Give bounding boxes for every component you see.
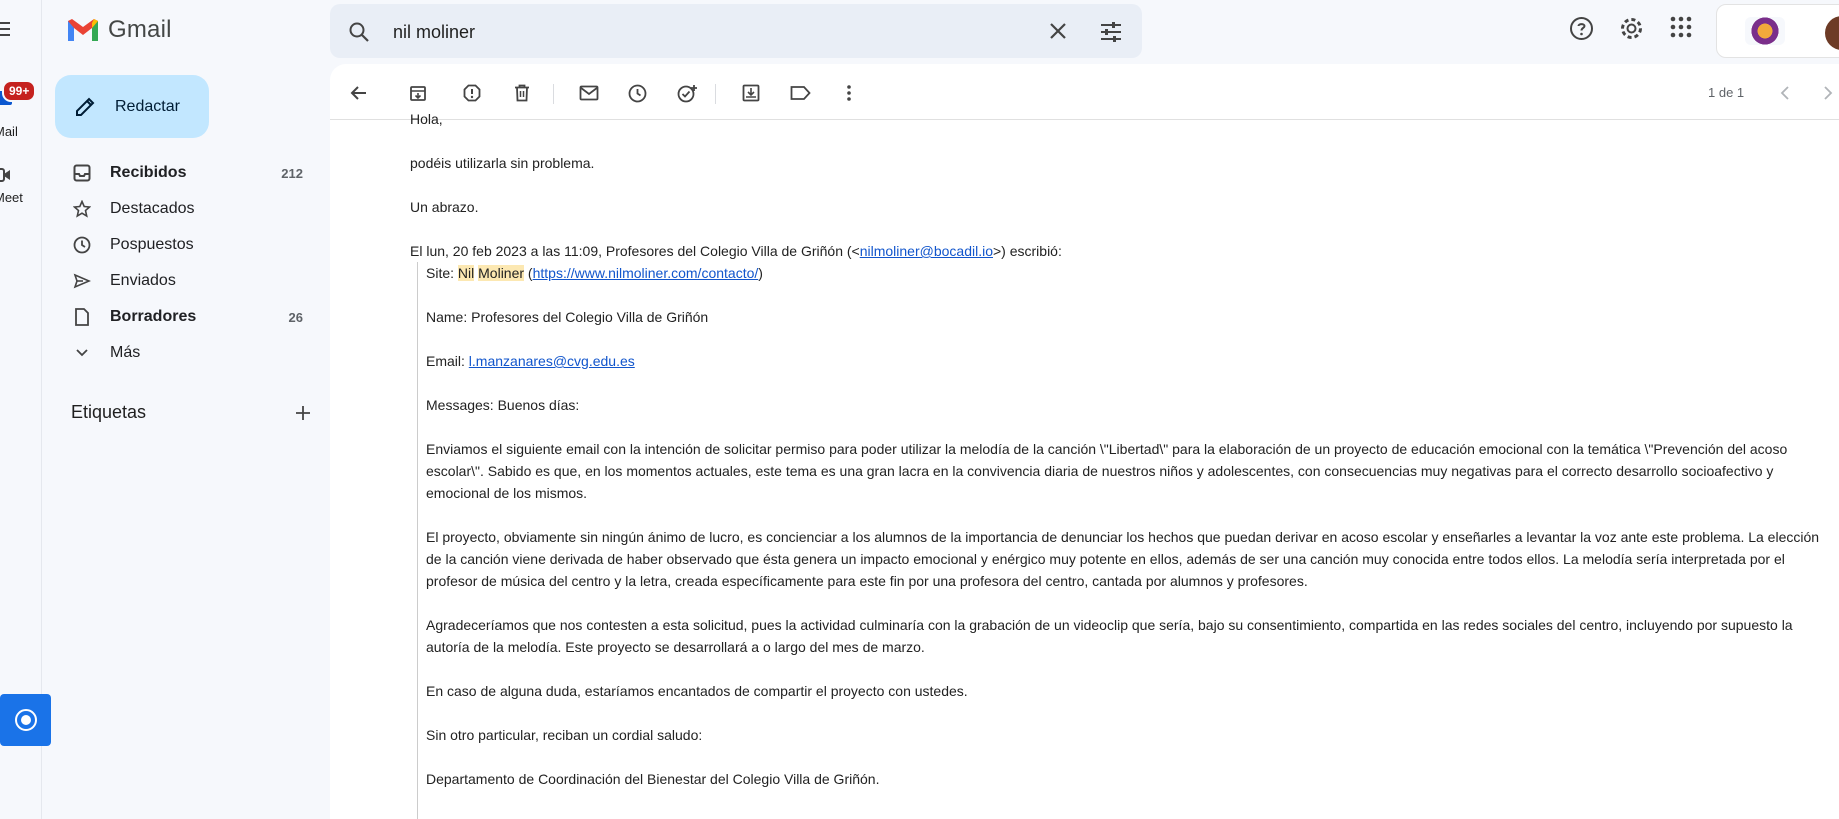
sidebar-item-more[interactable]: Más: [42, 335, 330, 371]
compose-button[interactable]: Redactar: [55, 75, 209, 138]
body-paragraph: Enviamos el siguiente email con la inten…: [426, 441, 1788, 501]
settings-gear-icon[interactable]: [1619, 16, 1644, 41]
sidebar: Gmail Redactar Recibidos 212 Destacados …: [42, 0, 330, 819]
sidebar-item-inbox[interactable]: Recibidos 212: [42, 155, 330, 191]
gmail-m-icon: [68, 19, 98, 41]
account-switcher[interactable]: [1716, 4, 1839, 58]
more-vert-icon: [847, 85, 851, 101]
newer-button[interactable]: [1774, 82, 1796, 104]
delete-button[interactable]: [511, 82, 533, 104]
search-bar: [330, 4, 1142, 58]
arrow-left-icon: [350, 86, 366, 100]
sidebar-item-label: Pospuestos: [110, 236, 194, 253]
clear-search-icon[interactable]: [1048, 21, 1068, 41]
report-spam-icon: [463, 84, 481, 102]
labels-heading: Etiquetas: [71, 402, 147, 422]
sidebar-item-starred[interactable]: Destacados: [42, 191, 330, 227]
mail-rail-label[interactable]: Mail: [0, 124, 18, 139]
greeting: Hola,: [410, 111, 443, 127]
clock-icon: [72, 235, 92, 255]
body-paragraph: Sin otro particular, reciban un cordial …: [426, 727, 703, 743]
chevron-down-icon: [72, 343, 92, 363]
signature: Departamento de Coordinación del Bienest…: [426, 771, 880, 787]
folder-list: Recibidos 212 Destacados Pospuestos Envi…: [42, 155, 330, 371]
drafts-count: 26: [288, 309, 303, 325]
body-paragraph: En caso de alguna duda, estaríamos encan…: [426, 683, 968, 699]
quote-attribution: El lun, 20 feb 2023 a las 11:09, Profeso…: [410, 243, 1062, 259]
site-line: Site: Nil Moliner (https://www.nilmoline…: [426, 265, 763, 281]
snooze-button[interactable]: [626, 82, 648, 104]
reply-line-1: podéis utilizarla sin problema.: [410, 155, 595, 171]
app-rail: 99+ Mail Meet: [0, 0, 51, 819]
add-task-icon: [677, 84, 697, 102]
pencil-icon: [76, 97, 95, 116]
search-icon[interactable]: [348, 21, 370, 43]
move-to-icon: [742, 84, 760, 102]
labels-header: Etiquetas: [71, 402, 311, 423]
chevron-right-icon: [1824, 86, 1833, 100]
move-to-button[interactable]: [740, 82, 762, 104]
sidebar-item-sent[interactable]: Enviados: [42, 263, 330, 299]
organization-logo: [1745, 17, 1785, 45]
record-icon: [14, 709, 37, 731]
search-input[interactable]: [393, 22, 993, 43]
meet-rail-label[interactable]: Meet: [0, 190, 23, 205]
email-line: Email: l.manzanares@cvg.edu.es: [426, 353, 635, 369]
archive-icon: [410, 86, 426, 101]
clock-icon: [628, 84, 646, 102]
chevron-left-icon: [1780, 86, 1789, 100]
sidebar-item-snoozed[interactable]: Pospuestos: [42, 227, 330, 263]
unread-badge: 99+: [2, 80, 37, 102]
search-options-icon[interactable]: [1100, 21, 1122, 43]
label-button[interactable]: [789, 82, 811, 104]
add-to-tasks-button[interactable]: [676, 82, 698, 104]
site-url-link[interactable]: https://www.nilmoliner.com/contacto/: [533, 265, 759, 281]
archive-button[interactable]: [407, 82, 429, 104]
search-highlight: Nil: [457, 265, 475, 281]
sender-email-link[interactable]: l.manzanares@cvg.edu.es: [469, 353, 635, 369]
apps-grid-icon[interactable]: [1670, 16, 1692, 38]
avatar[interactable]: [1825, 16, 1839, 50]
help-icon[interactable]: [1569, 16, 1594, 41]
gmail-logo[interactable]: Gmail: [66, 16, 172, 44]
email-body: Hola, podéis utilizarla sin problema. Un…: [410, 108, 1830, 819]
body-paragraph: Agradeceríamos que nos contesten a esta …: [426, 617, 1793, 655]
back-button[interactable]: [348, 82, 370, 104]
report-spam-button[interactable]: [461, 82, 483, 104]
star-icon: [72, 199, 92, 219]
older-button[interactable]: [1817, 82, 1839, 104]
attribution-email-link[interactable]: nilmoliner@bocadil.io: [860, 243, 993, 259]
sidebar-item-label: Enviados: [110, 272, 176, 289]
messages-line: Messages: Buenos días:: [426, 397, 580, 413]
compose-label: Redactar: [115, 97, 180, 115]
more-options-button[interactable]: [838, 82, 860, 104]
label-tag-icon: [790, 86, 811, 100]
envelope-icon: [579, 85, 599, 101]
toolbar-divider: [553, 84, 554, 104]
name-line: Name: Profesores del Colegio Villa de Gr…: [426, 309, 709, 325]
gmail-wordmark: Gmail: [108, 16, 172, 43]
sidebar-item-label: Recibidos: [110, 164, 187, 181]
quoted-message: Site: Nil Moliner (https://www.nilmoline…: [417, 262, 1830, 819]
inbox-icon: [72, 163, 92, 183]
email-view: 1 de 1 Hola, podéis utilizarla sin probl…: [330, 64, 1839, 819]
mark-unread-button[interactable]: [578, 82, 600, 104]
sidebar-item-label: Destacados: [110, 200, 195, 217]
sidebar-item-label: Borradores: [110, 308, 197, 325]
inbox-count: 212: [281, 165, 303, 181]
toolbar-divider: [715, 84, 716, 104]
body-paragraph: El proyecto, obviamente sin ningún ánimo…: [426, 529, 1820, 589]
draft-icon: [72, 307, 92, 327]
search-highlight: Moliner: [478, 265, 525, 281]
sidebar-item-drafts[interactable]: Borradores 26: [42, 299, 330, 335]
send-icon: [72, 271, 92, 291]
add-label-icon[interactable]: [295, 405, 311, 421]
sidebar-item-label: Más: [110, 344, 141, 361]
trash-icon: [515, 84, 529, 102]
pagination-text: 1 de 1: [1708, 85, 1745, 100]
video-camera-icon[interactable]: [0, 166, 14, 184]
reply-line-2: Un abrazo.: [410, 199, 479, 215]
main-menu-icon[interactable]: [0, 18, 16, 40]
